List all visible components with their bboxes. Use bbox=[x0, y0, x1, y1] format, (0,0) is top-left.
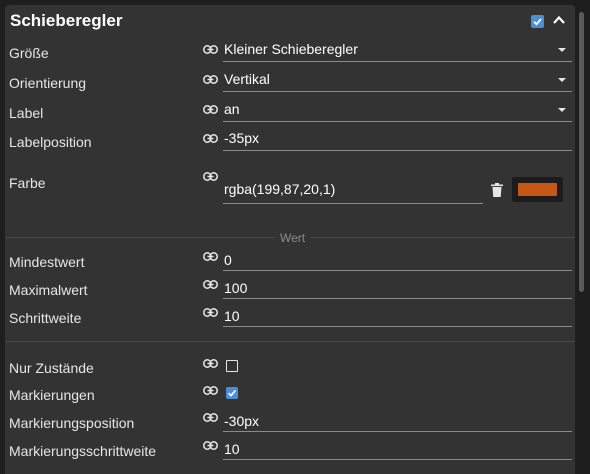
link-icon[interactable] bbox=[203, 75, 218, 84]
groesse-select[interactable]: Kleiner Schieberegler bbox=[223, 40, 572, 62]
labelposition-input[interactable]: -35px bbox=[223, 129, 572, 151]
link-icon[interactable] bbox=[203, 45, 218, 54]
row-maximalwert: Maximalwert 100 bbox=[5, 277, 575, 301]
labelposition-label: Labelposition bbox=[9, 134, 92, 150]
markierungsschrittweite-input[interactable]: 10 bbox=[223, 438, 572, 460]
maximalwert-input[interactable]: 100 bbox=[223, 277, 572, 299]
farbe-label: Farbe bbox=[9, 175, 46, 191]
dropdown-caret-icon bbox=[558, 48, 566, 52]
markierungsposition-value: -30px bbox=[224, 413, 260, 429]
row-markierungsposition: Markierungsposition -30px bbox=[5, 410, 575, 434]
link-icon[interactable] bbox=[203, 359, 218, 368]
link-icon[interactable] bbox=[203, 441, 218, 450]
link-icon[interactable] bbox=[203, 172, 218, 181]
groesse-label: Größe bbox=[9, 45, 49, 61]
maximalwert-label: Maximalwert bbox=[9, 282, 88, 298]
row-schrittweite: Schrittweite 10 bbox=[5, 305, 575, 329]
link-icon[interactable] bbox=[203, 105, 218, 114]
color-picker-button[interactable] bbox=[512, 177, 563, 202]
maximalwert-value: 100 bbox=[224, 280, 248, 296]
chevron-up-icon[interactable] bbox=[552, 13, 566, 27]
schrittweite-value: 10 bbox=[224, 308, 240, 324]
section-title-wert: Wert bbox=[275, 231, 311, 245]
check-icon bbox=[227, 390, 237, 397]
markierungsposition-input[interactable]: -30px bbox=[223, 410, 572, 432]
orientierung-value: Vertikal bbox=[224, 71, 270, 87]
row-nur-zustaende: Nur Zustände bbox=[5, 356, 575, 380]
row-orientierung: Orientierung Vertikal bbox=[5, 70, 575, 94]
labelposition-value: -35px bbox=[224, 130, 260, 146]
settings-panel: Schieberegler Größe Kleiner Schieberegle… bbox=[5, 5, 575, 474]
color-swatch bbox=[518, 183, 557, 196]
row-mindestwert: Mindestwert 0 bbox=[5, 249, 575, 273]
trash-icon[interactable] bbox=[491, 183, 503, 197]
panel-enable-checkbox[interactable] bbox=[531, 15, 544, 28]
link-icon[interactable] bbox=[203, 386, 218, 395]
dropdown-caret-icon bbox=[558, 78, 566, 82]
markierungsschrittweite-value: 10 bbox=[224, 441, 240, 457]
schrittweite-label: Schrittweite bbox=[9, 310, 82, 326]
scrollbar-thumb[interactable] bbox=[579, 12, 584, 292]
link-icon[interactable] bbox=[203, 280, 218, 289]
label-value: an bbox=[224, 101, 240, 117]
scrollbar[interactable] bbox=[576, 0, 590, 474]
row-labelposition: Labelposition -35px bbox=[5, 129, 575, 153]
row-label: Label an bbox=[5, 100, 575, 124]
markierungen-checkbox[interactable] bbox=[226, 387, 238, 399]
row-groesse: Größe Kleiner Schieberegler bbox=[5, 40, 575, 64]
markierungen-label: Markierungen bbox=[9, 387, 95, 403]
farbe-input[interactable]: rgba(199,87,20,1) bbox=[223, 178, 483, 204]
mindestwert-input[interactable]: 0 bbox=[223, 249, 572, 271]
row-markierungen: Markierungen bbox=[5, 383, 575, 407]
nur-zustaende-checkbox[interactable] bbox=[226, 360, 238, 372]
link-icon[interactable] bbox=[203, 308, 218, 317]
panel-title: Schieberegler bbox=[10, 11, 123, 30]
farbe-value: rgba(199,87,20,1) bbox=[224, 181, 336, 197]
nur-zustaende-label: Nur Zustände bbox=[9, 360, 94, 376]
dropdown-caret-icon bbox=[558, 108, 566, 112]
markierungsschrittweite-label: Markierungsschrittweite bbox=[9, 443, 157, 459]
label-label: Label bbox=[9, 105, 44, 121]
label-select[interactable]: an bbox=[223, 100, 572, 122]
mindestwert-label: Mindestwert bbox=[9, 254, 85, 270]
orientierung-select[interactable]: Vertikal bbox=[223, 70, 572, 92]
markierungsposition-label: Markierungsposition bbox=[9, 415, 135, 431]
section-divider bbox=[5, 341, 575, 342]
schrittweite-input[interactable]: 10 bbox=[223, 305, 572, 327]
orientierung-label: Orientierung bbox=[9, 75, 87, 91]
row-markierungsschrittweite: Markierungsschrittweite 10 bbox=[5, 438, 575, 462]
mindestwert-value: 0 bbox=[224, 252, 232, 268]
link-icon[interactable] bbox=[203, 134, 218, 143]
link-icon[interactable] bbox=[203, 252, 218, 261]
groesse-value: Kleiner Schieberegler bbox=[224, 41, 358, 57]
check-icon bbox=[533, 18, 542, 26]
link-icon[interactable] bbox=[203, 413, 218, 422]
panel-header: Schieberegler bbox=[5, 5, 575, 37]
